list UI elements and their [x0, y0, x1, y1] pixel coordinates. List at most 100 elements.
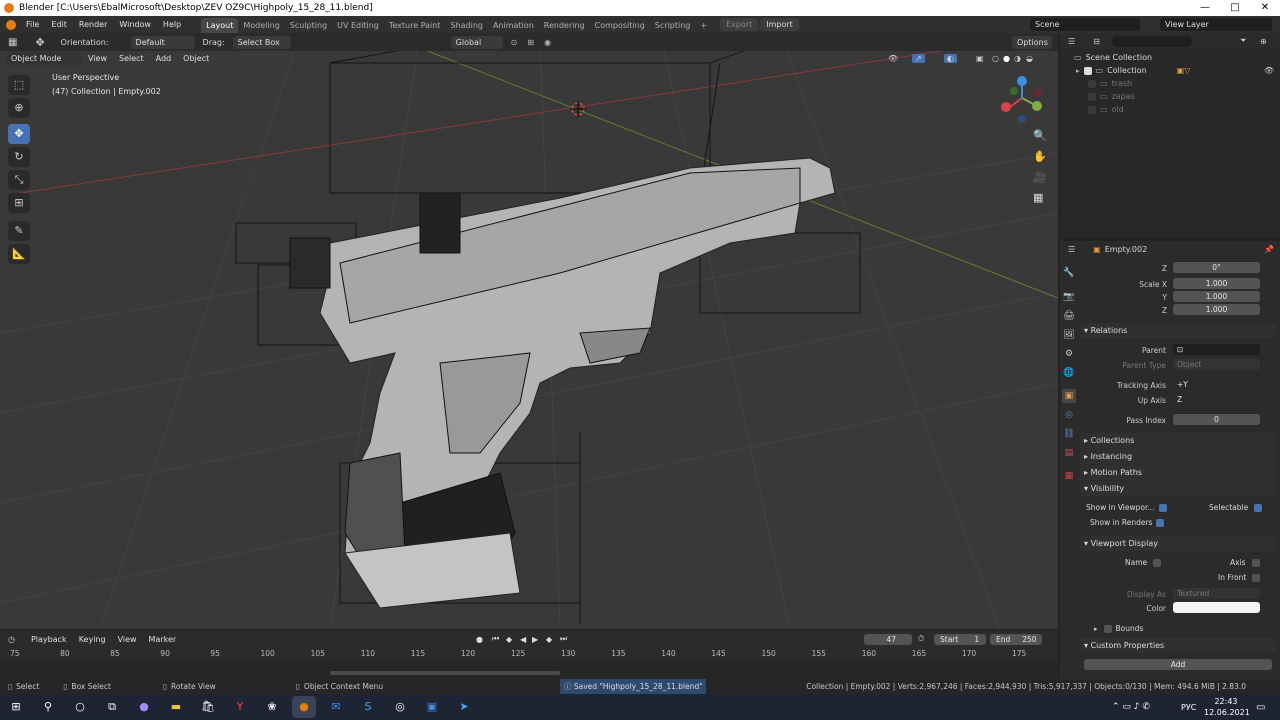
cortana-icon[interactable]: ○: [68, 696, 92, 718]
app-icon[interactable]: ❀: [260, 696, 284, 718]
viewport-menu-object[interactable]: Object: [177, 50, 215, 67]
collection-visibility-icon[interactable]: 👁: [1264, 66, 1274, 75]
search-icon[interactable]: ⚲: [36, 696, 60, 718]
alice-icon[interactable]: ●: [132, 696, 156, 718]
menu-help[interactable]: Help: [157, 16, 187, 33]
play-icon[interactable]: ▶: [532, 635, 538, 644]
tab-uv-editing[interactable]: UV Editing: [332, 18, 384, 33]
material-shading-icon[interactable]: ◑: [1014, 54, 1021, 63]
tracking-axis-dropdown[interactable]: +Y: [1173, 379, 1260, 390]
outliner-item-old[interactable]: ▭ old: [1060, 103, 1280, 116]
texture-properties-tab[interactable]: ▦: [1062, 469, 1076, 483]
keying-menu[interactable]: Keying: [73, 631, 112, 648]
up-axis-dropdown[interactable]: Z: [1173, 394, 1260, 405]
bounds-checkbox[interactable]: [1103, 624, 1112, 633]
end-frame-field[interactable]: End 250: [990, 634, 1042, 645]
tab-rendering[interactable]: Rendering: [539, 18, 590, 33]
show-in-viewports-checkbox[interactable]: [1158, 503, 1167, 512]
proportional-edit-icon[interactable]: ◉: [544, 38, 551, 47]
outliner-item-collection[interactable]: ▸ ▭ Collection ▣▽ 👁: [1060, 64, 1280, 77]
scene-properties-tab[interactable]: ⚙: [1062, 347, 1076, 361]
rendered-shading-icon[interactable]: ◒: [1026, 54, 1033, 63]
menu-edit[interactable]: Edit: [45, 16, 73, 33]
3d-cursor[interactable]: [570, 101, 586, 117]
tab-scripting[interactable]: Scripting: [650, 18, 696, 33]
pass-index-field[interactable]: 0: [1173, 414, 1260, 425]
viewport-menu-add[interactable]: Add: [150, 50, 178, 67]
viewport-menu-select[interactable]: Select: [113, 50, 150, 67]
physics-properties-tab[interactable]: ◎: [1062, 408, 1076, 422]
pan-hand-icon[interactable]: ✋: [1033, 150, 1047, 163]
start-button-icon[interactable]: ⊞: [4, 696, 28, 718]
tray-icons[interactable]: ⌃ ▭ ♪ ✆: [1112, 702, 1150, 712]
pivot-icon[interactable]: ⊙: [511, 38, 518, 47]
blender-menu-icon[interactable]: [6, 19, 16, 30]
properties-editor-icon[interactable]: ☰: [1068, 245, 1075, 254]
play-reverse-icon[interactable]: ◀: [520, 635, 526, 644]
wireframe-shading-icon[interactable]: ○: [992, 54, 999, 63]
tab-modeling[interactable]: Modeling: [238, 18, 284, 33]
data-properties-tab[interactable]: ▤: [1062, 446, 1076, 460]
timeline-scrollbar[interactable]: [330, 671, 560, 675]
output-properties-tab[interactable]: 🖨: [1062, 309, 1076, 323]
object-properties-tab[interactable]: ▣: [1062, 389, 1076, 403]
zoom-icon[interactable]: 🔍: [1033, 129, 1047, 142]
stopwatch-icon[interactable]: ⏱: [918, 634, 924, 644]
outliner-item-trash[interactable]: ▭ trash: [1060, 77, 1280, 90]
orientation-dropdown[interactable]: Default: [130, 35, 195, 49]
gizmo-toggle-icon[interactable]: ↗: [912, 54, 925, 63]
selectable-checkbox[interactable]: [1254, 503, 1263, 512]
start-frame-field[interactable]: Start 1: [934, 634, 986, 645]
pin-icon[interactable]: 📌: [1264, 245, 1274, 254]
viewport-menu-view[interactable]: View: [82, 50, 113, 67]
axis-display-checkbox[interactable]: [1251, 558, 1260, 567]
menu-render[interactable]: Render: [73, 16, 113, 33]
display-mode-icon[interactable]: ⊟: [1093, 37, 1100, 46]
discord-icon[interactable]: ◎: [388, 696, 412, 718]
bounds-expand-icon[interactable]: ▸: [1094, 625, 1098, 633]
move-tool[interactable]: ✥: [8, 124, 30, 144]
move-tool-icon[interactable]: ✥: [35, 36, 44, 49]
in-front-checkbox[interactable]: [1252, 573, 1261, 582]
color-swatch[interactable]: [1173, 602, 1260, 613]
export-button[interactable]: Export: [720, 18, 759, 31]
old-checkbox[interactable]: [1088, 105, 1096, 114]
new-collection-icon[interactable]: ⊕: [1260, 37, 1267, 46]
collection-checkbox[interactable]: [1083, 66, 1092, 75]
scale-tool[interactable]: ⤡: [8, 170, 30, 190]
task-view-icon[interactable]: ⧉: [100, 696, 124, 718]
rotation-z-field[interactable]: 0°: [1173, 262, 1260, 273]
timeline-editor-icon[interactable]: ◷: [8, 635, 15, 644]
cursor-tool[interactable]: ⊕: [8, 98, 30, 118]
solid-shading-icon[interactable]: ●: [1003, 54, 1010, 63]
object-mode-dropdown[interactable]: Object Mode: [6, 52, 82, 65]
camera-view-icon[interactable]: 🎥: [1033, 171, 1047, 184]
menu-window[interactable]: Window: [113, 16, 157, 33]
store-icon[interactable]: 🛍: [196, 696, 220, 718]
name-display-checkbox[interactable]: [1153, 558, 1162, 567]
render-properties-tab[interactable]: 📷: [1062, 290, 1076, 304]
tab-animation[interactable]: Animation: [488, 18, 539, 33]
add-workspace-button[interactable]: +: [695, 18, 712, 33]
visibility-icon[interactable]: 👁: [888, 54, 898, 63]
navigation-gizmo[interactable]: [1001, 76, 1042, 123]
clock[interactable]: 22:43 12.06.2021: [1204, 696, 1250, 718]
jump-end-icon[interactable]: ⏭: [560, 634, 567, 644]
constraints-properties-tab[interactable]: ⛓: [1062, 427, 1076, 441]
tab-texture-paint[interactable]: Texture Paint: [384, 18, 446, 33]
record-icon[interactable]: ●: [476, 635, 483, 644]
minimize-button[interactable]: —: [1190, 0, 1220, 16]
prev-keyframe-icon[interactable]: ◆: [506, 635, 512, 644]
transform-orientation-dropdown[interactable]: Global: [450, 35, 503, 49]
notifications-icon[interactable]: ▭: [1256, 702, 1265, 713]
outliner-search-input[interactable]: [1111, 35, 1192, 47]
skype-icon[interactable]: S: [356, 696, 380, 718]
snap-icon[interactable]: ⊞: [527, 38, 534, 47]
timeline-ruler[interactable]: 75 80 85 90 95 100 105 110 115 120 125 130 135 140 145…: [0, 647, 1058, 661]
xray-icon[interactable]: ▣: [976, 54, 984, 63]
visibility-panel-header[interactable]: ▾ Visibility: [1080, 481, 1276, 496]
file-explorer-icon[interactable]: ▬: [164, 696, 188, 718]
outliner-scene-collection[interactable]: ▭ Scene Collection: [1060, 51, 1280, 64]
perspective-toggle-icon[interactable]: ▦: [1033, 191, 1043, 204]
scale-y-field[interactable]: 1.000: [1173, 291, 1260, 302]
